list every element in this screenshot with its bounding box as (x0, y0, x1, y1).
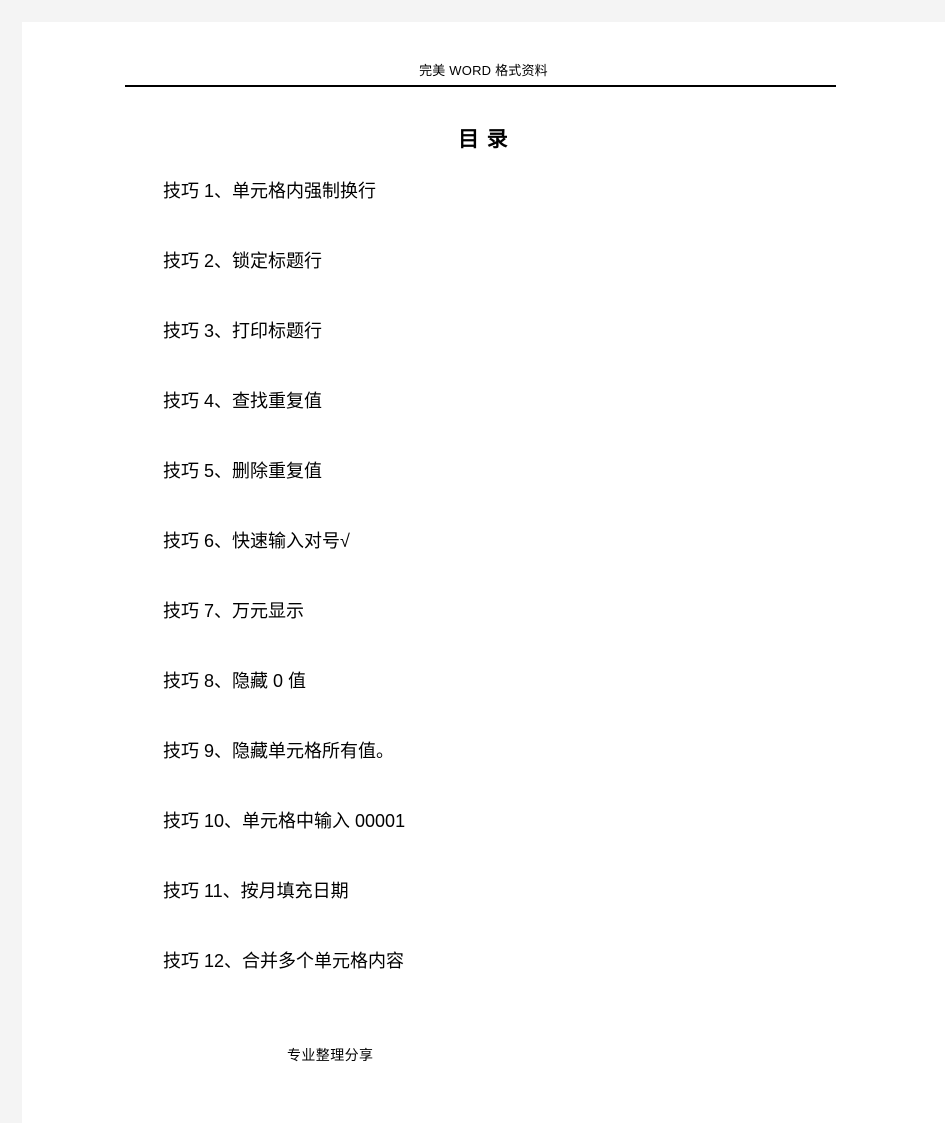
toc-item[interactable]: 技巧 3、打印标题行 (163, 318, 863, 388)
toc-item[interactable]: 技巧 11、按月填充日期 (163, 878, 863, 948)
table-of-contents: 技巧 1、单元格内强制换行 技巧 2、锁定标题行 技巧 3、打印标题行 技巧 4… (163, 178, 863, 1018)
header-divider-rule (125, 85, 836, 87)
toc-item[interactable]: 技巧 6、快速输入对号√ (163, 528, 863, 598)
footer-text: 专业整理分享 (287, 1047, 374, 1063)
toc-item[interactable]: 技巧 10、单元格中输入 00001 (163, 808, 863, 878)
header-title-text: 完美 WORD 格式资料 (419, 63, 548, 78)
toc-item[interactable]: 技巧 4、查找重复值 (163, 388, 863, 458)
toc-item[interactable]: 技巧 12、合并多个单元格内容 (163, 948, 863, 1018)
page-title: 目 录 (458, 128, 509, 151)
toc-item[interactable]: 技巧 7、万元显示 (163, 598, 863, 668)
toc-item[interactable]: 技巧 8、隐藏 0 值 (163, 668, 863, 738)
toc-item[interactable]: 技巧 9、隐藏单元格所有值。 (163, 738, 863, 808)
document-page: 完美 WORD 格式资料 目 录 技巧 1、单元格内强制换行 技巧 2、锁定标题… (22, 22, 945, 1123)
toc-item[interactable]: 技巧 2、锁定标题行 (163, 248, 863, 318)
toc-item[interactable]: 技巧 1、单元格内强制换行 (163, 178, 863, 248)
toc-item[interactable]: 技巧 5、删除重复值 (163, 458, 863, 528)
